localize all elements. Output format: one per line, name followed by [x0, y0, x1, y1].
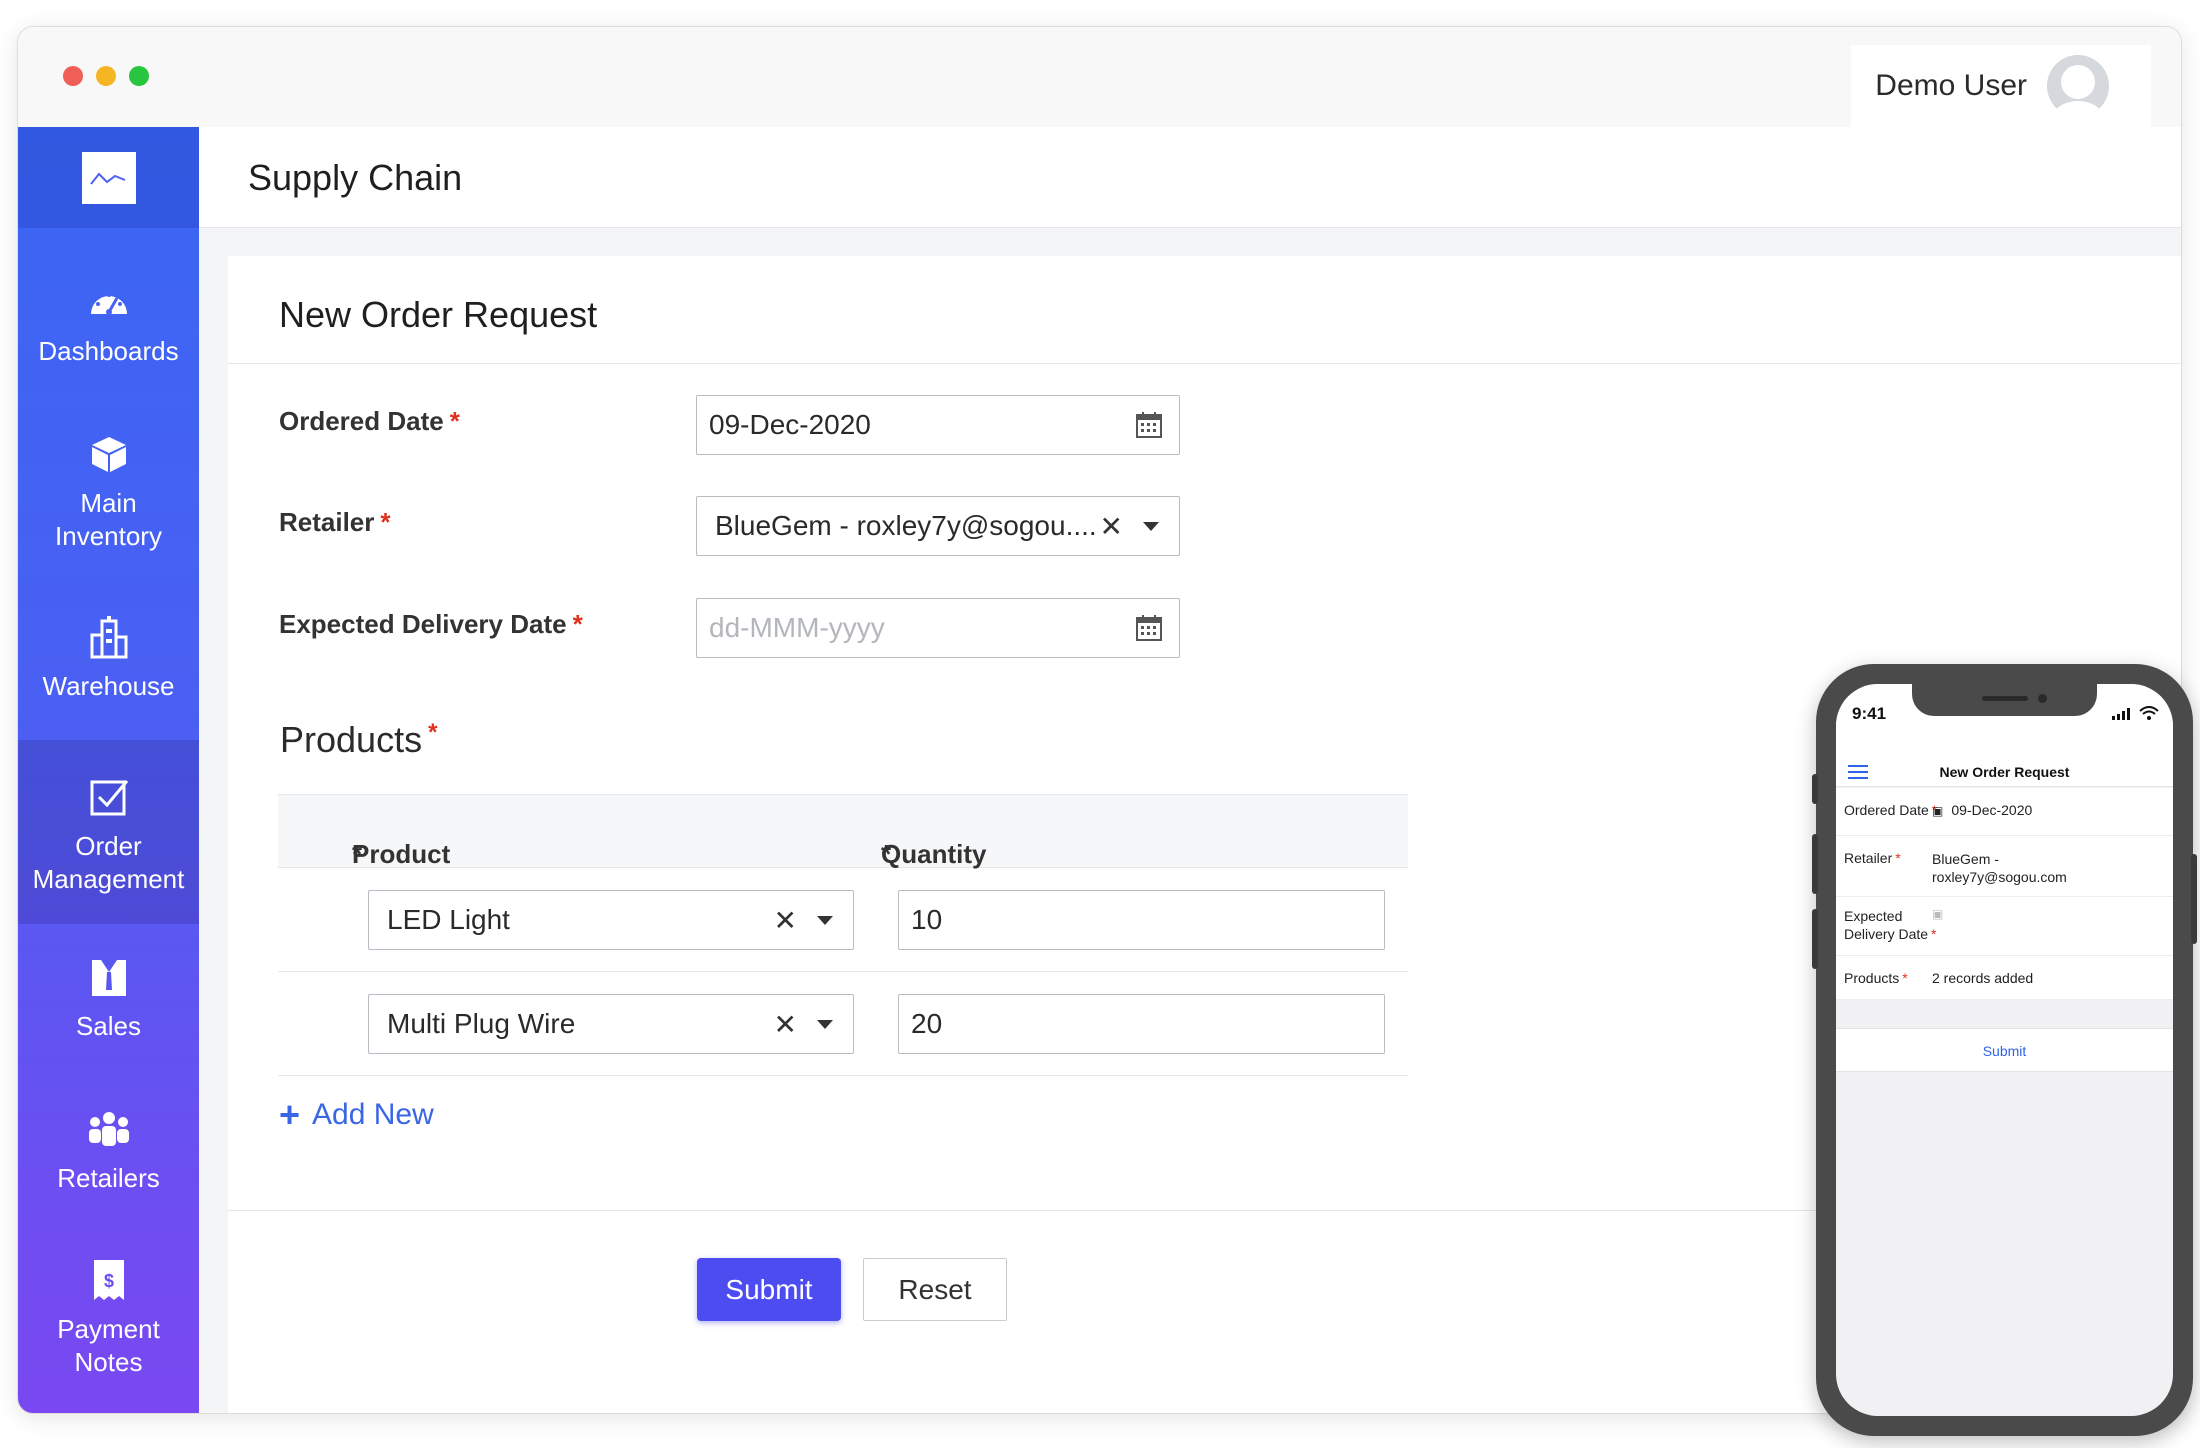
group-icon — [86, 1104, 132, 1154]
sidebar-item-sales[interactable]: Sales — [18, 952, 199, 1043]
product-value: Multi Plug Wire — [387, 1008, 576, 1039]
box-icon — [89, 429, 129, 479]
product-select[interactable]: Multi Plug Wire ✕ — [368, 994, 854, 1054]
required-mark: * — [572, 609, 583, 639]
phone-submit-button[interactable]: Submit — [1836, 1028, 2173, 1072]
phone-button — [1812, 909, 1818, 969]
required-mark: * — [380, 507, 391, 537]
required-mark: * — [449, 406, 460, 436]
sidebar-item-main-inventory[interactable]: Main Inventory — [18, 429, 199, 553]
phone-notch — [1912, 684, 2097, 716]
table-row: Multi Plug Wire ✕ 20 — [278, 972, 1408, 1076]
reset-button[interactable]: Reset — [863, 1258, 1007, 1321]
products-heading: Products * — [280, 719, 438, 760]
page-header: Supply Chain — [199, 127, 2181, 228]
page-title: Supply Chain — [248, 157, 463, 198]
clear-icon[interactable]: ✕ — [1100, 510, 1123, 543]
form-title: New Order Request — [279, 294, 598, 335]
maximize-window-button[interactable] — [129, 66, 149, 86]
sidebar-item-payment-notes[interactable]: $ Payment Notes — [18, 1255, 199, 1379]
ordered-date-field[interactable]: 09-Dec-2020 — [696, 395, 1180, 455]
close-window-button[interactable] — [63, 66, 83, 86]
building-icon — [89, 612, 129, 662]
sidebar-item-label: Dashboards — [38, 336, 179, 366]
product-value: LED Light — [387, 904, 510, 935]
user-name: Demo User — [1875, 69, 2027, 102]
retailer-label: Retailer * — [279, 507, 391, 537]
sidebar-item-retailers[interactable]: Retailers — [18, 1104, 199, 1195]
sidebar-item-order-management[interactable]: Order Management — [18, 740, 199, 924]
add-new-link[interactable]: + Add New — [279, 1094, 434, 1136]
phone-mockup: 9:41 New Order Request Ordered Date * ▣ 09… — [1812, 664, 2197, 1436]
sidebar-item-label: Retailers — [57, 1163, 160, 1193]
ordered-date-value: 09-Dec-2020 — [709, 409, 871, 440]
phone-button — [2191, 854, 2197, 944]
clear-icon[interactable]: ✕ — [774, 1008, 797, 1041]
phone-row-expected-delivery[interactable]: Expected Delivery Date * ▣ — [1836, 897, 2173, 956]
avatar-icon — [2047, 55, 2109, 117]
expected-delivery-placeholder: dd-MMM-yyyy — [709, 612, 885, 643]
sidebar-item-dashboards[interactable]: Dashboards — [18, 277, 199, 368]
calendar-icon: ▣ — [1932, 907, 1944, 921]
clear-icon[interactable]: ✕ — [774, 904, 797, 937]
receipt-icon: $ — [91, 1255, 127, 1305]
sidebar: Dashboards Main Inventory Warehouse Orde… — [18, 127, 199, 1413]
sidebar-item-label: Payment Notes — [57, 1314, 160, 1377]
checkbox-icon — [89, 772, 129, 822]
chart-logo-icon — [81, 151, 136, 204]
table-row: LED Light ✕ 10 — [278, 868, 1408, 972]
phone-button — [1812, 834, 1818, 894]
sidebar-item-label: Sales — [75, 1011, 142, 1041]
phone-button — [1812, 774, 1818, 804]
app-logo[interactable] — [18, 127, 199, 228]
expected-delivery-label: Expected Delivery Date * — [279, 609, 583, 639]
title-bar: Demo User — [18, 27, 2181, 127]
phone-form: Ordered Date * ▣ 09-Dec-2020 Retailer * Blu… — [1836, 788, 2173, 1000]
status-time: 9:41 — [1852, 704, 1887, 723]
required-mark: * — [428, 719, 438, 746]
calendar-icon: ▣ — [1932, 804, 1944, 818]
quantity-input[interactable]: 10 — [898, 890, 1385, 950]
sidebar-item-label: Warehouse — [42, 671, 175, 701]
plus-icon: + — [279, 1094, 301, 1135]
calendar-icon[interactable] — [1135, 614, 1163, 642]
chevron-down-icon[interactable] — [817, 915, 833, 925]
calendar-icon[interactable] — [1135, 411, 1163, 439]
phone-header: 9:41 New Order Request — [1836, 684, 2173, 787]
table-header: * Product * Quantity — [278, 794, 1408, 869]
status-icons — [2112, 706, 2159, 720]
phone-row-ordered-date[interactable]: Ordered Date * ▣ 09-Dec-2020 — [1836, 788, 2173, 836]
sidebar-item-label: Main Inventory — [55, 488, 162, 551]
products-table: * Product * Quantity LED Light ✕ 10 Multi … — [278, 794, 1408, 1076]
phone-row-products[interactable]: Products * 2 records added — [1836, 956, 2173, 1000]
svg-text:$: $ — [103, 1271, 113, 1291]
submit-button[interactable]: Submit — [697, 1258, 841, 1321]
ordered-date-label: Ordered Date * — [279, 406, 460, 436]
sidebar-item-label: Order Management — [32, 831, 185, 894]
quantity-input[interactable]: 20 — [898, 994, 1385, 1054]
chevron-down-icon[interactable] — [1143, 521, 1159, 531]
signal-icon — [2112, 708, 2130, 720]
minimize-window-button[interactable] — [96, 66, 116, 86]
retailer-select[interactable]: BlueGem - roxley7y@sogou.... ✕ — [696, 496, 1180, 556]
expected-delivery-field[interactable]: dd-MMM-yyyy — [696, 598, 1180, 658]
sidebar-item-warehouse[interactable]: Warehouse — [18, 612, 199, 703]
phone-screen: 9:41 New Order Request Ordered Date * ▣ 09… — [1836, 684, 2173, 1416]
wifi-icon — [2139, 706, 2159, 720]
product-select[interactable]: LED Light ✕ — [368, 890, 854, 950]
phone-title: New Order Request — [1939, 764, 2070, 780]
retailer-value: BlueGem - roxley7y@sogou.... — [715, 510, 1097, 541]
user-menu[interactable]: Demo User — [1851, 45, 2151, 127]
person-icon — [89, 952, 129, 1002]
speedometer-icon — [88, 277, 130, 327]
divider — [228, 363, 2181, 364]
chevron-down-icon[interactable] — [817, 1019, 833, 1029]
phone-row-retailer[interactable]: Retailer * BlueGem - roxley7y@sogou.com — [1836, 836, 2173, 897]
